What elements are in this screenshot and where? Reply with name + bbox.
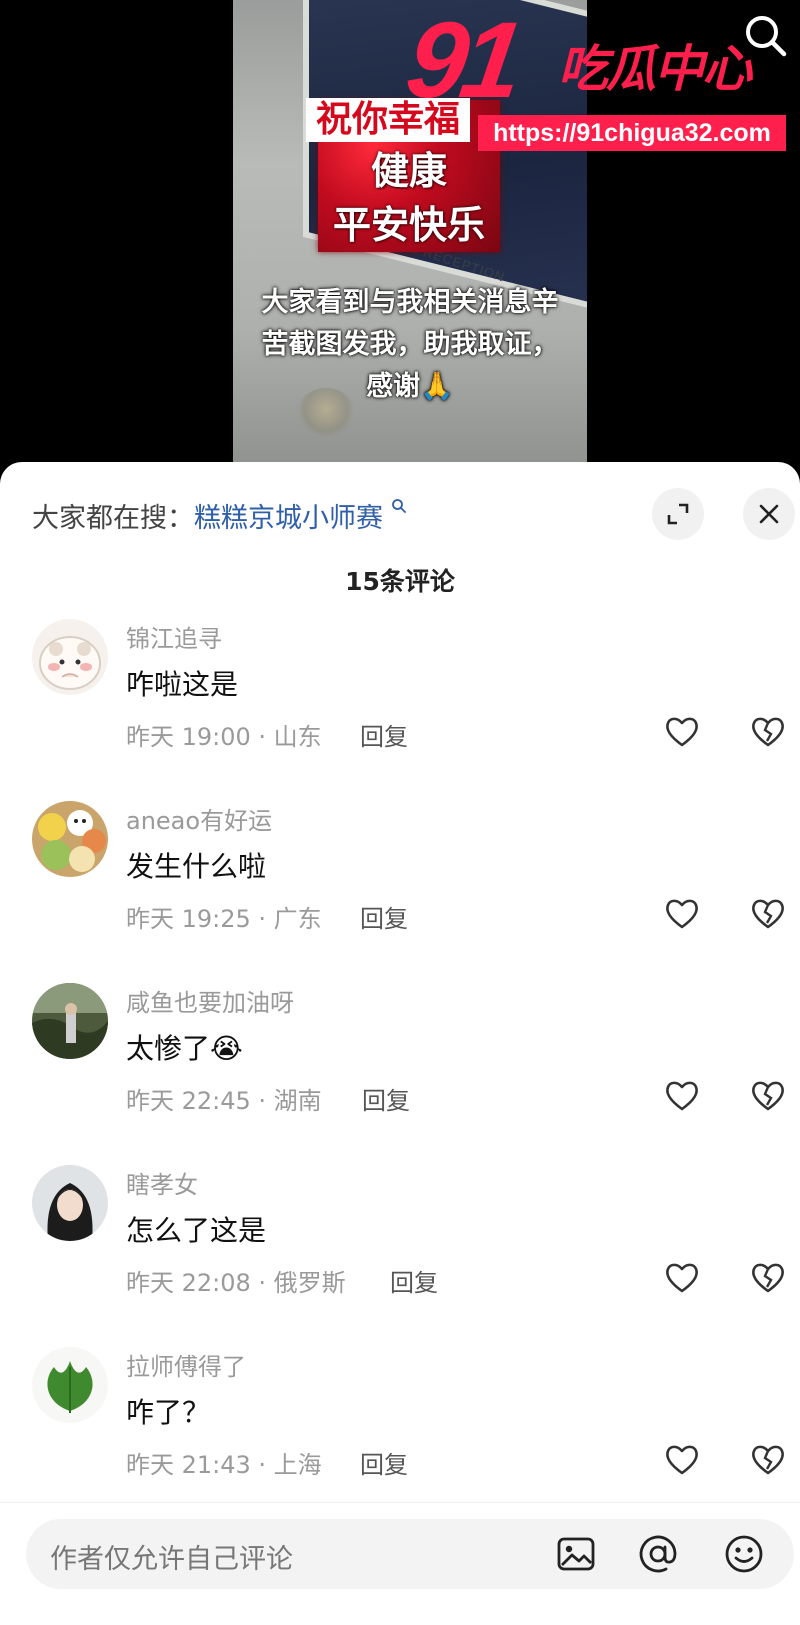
emoji-icon[interactable]: [722, 1532, 766, 1576]
search-icon[interactable]: [740, 10, 792, 62]
cartoon-face-avatar[interactable]: [32, 619, 108, 695]
red-banner: 祝你幸福 健康 平安快乐: [306, 98, 500, 252]
expand-icon[interactable]: [652, 488, 704, 540]
image-icon[interactable]: [554, 1532, 598, 1576]
plush-toys-avatar[interactable]: [32, 801, 108, 877]
comment-text: 咋了？: [126, 1396, 211, 1429]
comment-username[interactable]: 瞎孝女: [126, 1165, 198, 1200]
watermark-number: 91: [399, 0, 525, 120]
comment-item: 拉师傅得了 咋了？ 昨天 21:43 · 上海 回复: [0, 1335, 800, 1517]
reply-button[interactable]: 回复: [362, 1081, 410, 1116]
broken-heart-icon[interactable]: [748, 1439, 788, 1479]
green-leaf-avatar[interactable]: [32, 1347, 108, 1423]
banner-line-2: 健康: [370, 149, 447, 193]
comment-text: 太惨了😭: [126, 1032, 243, 1065]
hot-search-label: 大家都在搜：: [32, 503, 194, 534]
comment-input-bar[interactable]: 作者仅允许自己评论: [26, 1519, 794, 1589]
comment-item: 锦江追寻 咋啦这是 昨天 19:00 · 山东 回复: [0, 607, 800, 789]
heart-icon[interactable]: [662, 1075, 702, 1115]
broken-heart-icon[interactable]: [748, 1257, 788, 1297]
hot-search-keyword[interactable]: 糕糕京城小师赛: [194, 503, 383, 534]
portrait-avatar[interactable]: [32, 1165, 108, 1241]
comment-username[interactable]: 咸鱼也要加油呀: [126, 983, 294, 1018]
hot-search[interactable]: 大家都在搜：糕糕京城小师赛: [32, 496, 407, 535]
broken-heart-icon[interactable]: [748, 711, 788, 751]
comment-item: 咸鱼也要加油呀 太惨了😭 昨天 22:45 · 湖南 回复: [0, 971, 800, 1153]
comment-count: 15条评论: [345, 567, 455, 596]
comment-meta: 昨天 21:43 · 上海: [126, 1451, 322, 1479]
video-player[interactable]: POLICE RECEPTION 祝你幸福 健康 平安快乐 大家看到与我相关消息…: [0, 0, 800, 470]
divider: [0, 1502, 800, 1503]
comment-item: aneao有好运 发生什么啦 昨天 19:25 · 广东 回复: [0, 789, 800, 971]
heart-icon[interactable]: [662, 711, 702, 751]
broken-heart-icon[interactable]: [748, 893, 788, 933]
video-caption: 大家看到与我相关消息辛苦截图发我，助我取证，感谢🙏: [261, 287, 559, 402]
comment-username[interactable]: 锦江追寻: [126, 619, 222, 654]
reply-button[interactable]: 回复: [390, 1263, 438, 1298]
comment-username[interactable]: aneao有好运: [126, 801, 272, 836]
reply-button[interactable]: 回复: [360, 1445, 408, 1480]
reply-button[interactable]: 回复: [360, 717, 408, 752]
outdoor-photo-avatar[interactable]: [32, 983, 108, 1059]
comment-meta: 昨天 19:25 · 广东: [126, 905, 322, 933]
heart-icon[interactable]: [662, 1439, 702, 1479]
heart-icon[interactable]: [662, 1257, 702, 1297]
comment-username[interactable]: 拉师傅得了: [126, 1347, 246, 1382]
reply-button[interactable]: 回复: [360, 899, 408, 934]
comment-text: 怎么了这是: [126, 1214, 267, 1247]
broken-heart-icon[interactable]: [748, 1075, 788, 1115]
close-icon[interactable]: [743, 488, 795, 540]
watermark-title: 吃瓜中心: [558, 40, 752, 98]
banner-line-3: 平安快乐: [332, 203, 485, 247]
comment-meta: 昨天 22:08 · 俄罗斯: [126, 1269, 346, 1297]
comment-sheet: 大家都在搜：糕糕京城小师赛 15条评论 锦江追寻 咋啦这是 昨天 19:00 ·…: [0, 462, 800, 1625]
comment-meta: 昨天 22:45 · 湖南: [126, 1087, 322, 1115]
comment-meta: 昨天 19:00 · 山东: [126, 723, 322, 751]
comment-item: 瞎孝女 怎么了这是 昨天 22:08 · 俄罗斯 回复: [0, 1153, 800, 1335]
at-icon[interactable]: [636, 1532, 680, 1576]
comment-text: 发生什么啦: [126, 850, 267, 883]
heart-icon[interactable]: [662, 893, 702, 933]
comment-input-placeholder[interactable]: 作者仅允许自己评论: [50, 1537, 293, 1576]
watermark-url: https://91chigua32.com: [478, 115, 786, 151]
comment-text: 咋啦这是: [126, 668, 239, 701]
search-small-icon: [383, 496, 407, 517]
